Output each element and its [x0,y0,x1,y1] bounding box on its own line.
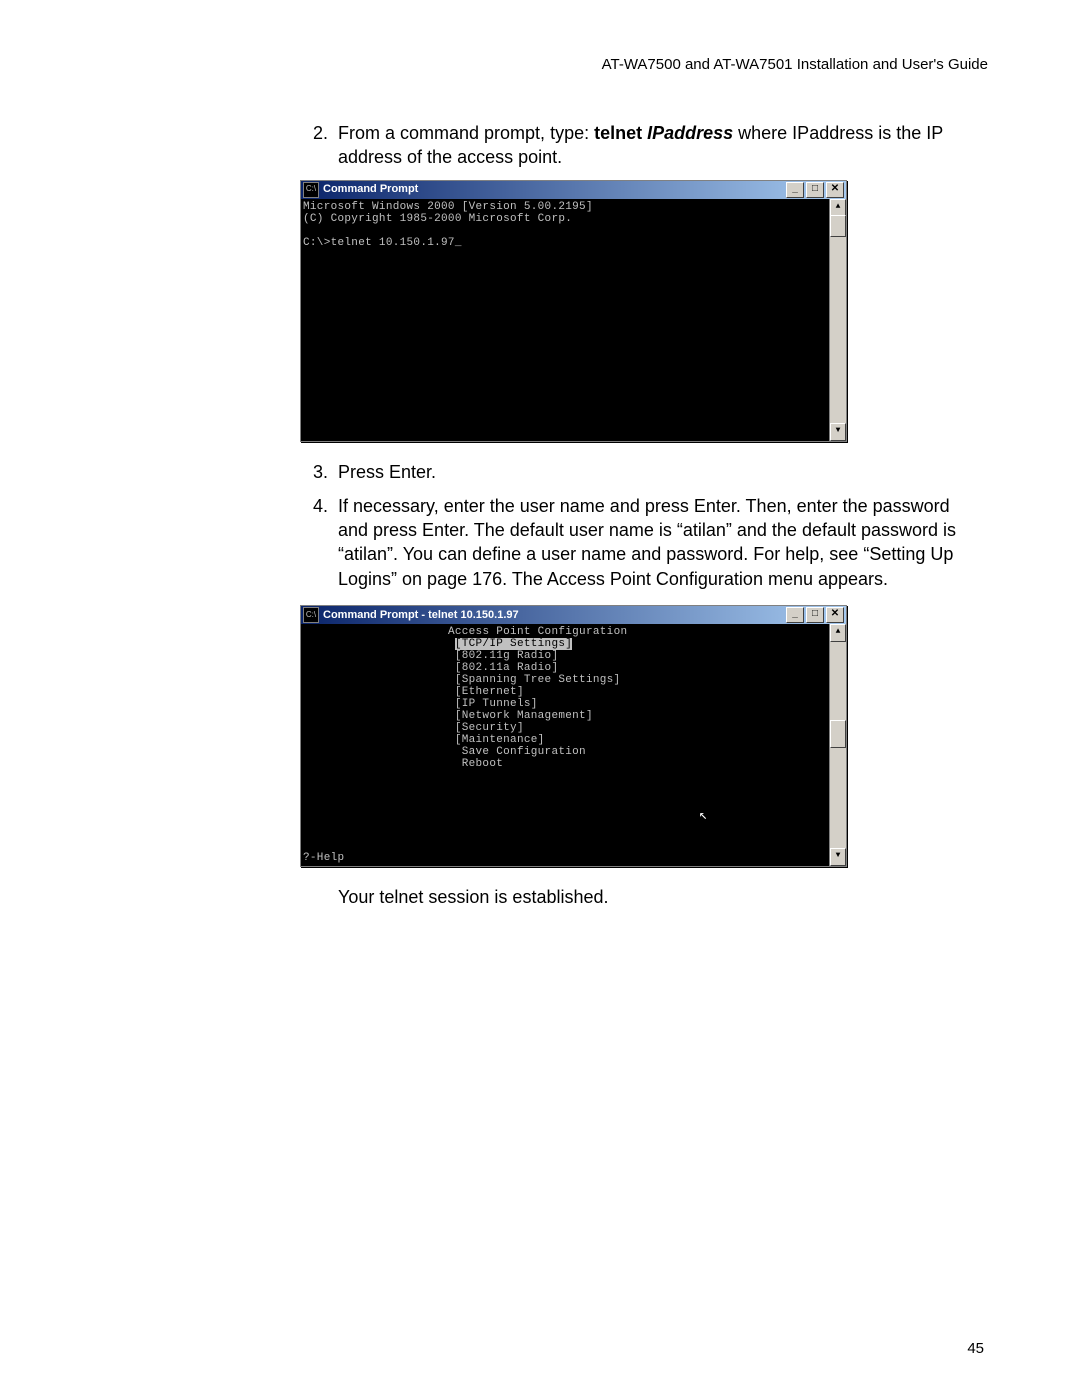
body-column: 2. From a command prompt, type: telnet I… [300,121,980,909]
client-area-wrap: Access Point Configuration [TCP/IP Setti… [301,624,846,866]
running-header: AT-WA7500 and AT-WA7501 Installation and… [90,56,990,73]
scroll-thumb[interactable] [830,720,846,748]
terminal-output[interactable]: Access Point Configuration [TCP/IP Setti… [301,624,829,866]
menu-item[interactable]: [IP Tunnels] [455,698,538,710]
client-area-wrap: Microsoft Windows 2000 [Version 5.00.219… [301,199,846,441]
close-button[interactable]: ✕ [826,182,844,198]
step-text: From a command prompt, type: telnet IPad… [338,121,980,170]
menu-item-selected[interactable]: [TCP/IP Settings] [455,638,572,650]
step-2: 2. From a command prompt, type: telnet I… [300,121,980,170]
text-frag: From a command prompt, type: [338,123,594,143]
menu-item[interactable]: [Security] [455,722,524,734]
step-number [300,885,338,909]
terminal-line: Microsoft Windows 2000 [Version 5.00.219… [303,201,593,213]
command-prompt-window-2: C:\ Command Prompt - telnet 10.150.1.97 … [300,605,847,867]
step-text: Your telnet session is established. [338,885,980,909]
cmd-icon: C:\ [303,607,319,623]
window-title: Command Prompt [323,182,786,197]
scroll-down-button[interactable]: ▼ [830,423,846,441]
document-page: AT-WA7500 and AT-WA7501 Installation and… [0,0,1080,1397]
closing-line: Your telnet session is established. [300,885,980,909]
step-3: 3. Press Enter. [300,460,980,484]
titlebar: C:\ Command Prompt _ □ ✕ [301,181,846,199]
scroll-up-button[interactable]: ▲ [830,624,846,642]
text-italic: IPaddress [647,123,733,143]
step-number: 2. [300,121,338,170]
maximize-button[interactable]: □ [806,607,824,623]
titlebar: C:\ Command Prompt - telnet 10.150.1.97 … [301,606,846,624]
command-prompt-window-1: C:\ Command Prompt _ □ ✕ Microsoft Windo… [300,180,847,442]
text-bold: telnet [594,123,647,143]
menu-item[interactable]: [Network Management] [455,710,593,722]
menu-item[interactable]: Save Configuration [455,746,586,758]
step-number: 3. [300,460,338,484]
cmd-icon: C:\ [303,182,319,198]
help-hint: ?-Help [303,852,344,864]
step-text: If necessary, enter the user name and pr… [338,494,980,591]
page-number: 45 [967,1340,984,1357]
minimize-button[interactable]: _ [786,607,804,623]
step-number: 4. [300,494,338,591]
maximize-button[interactable]: □ [806,182,824,198]
menu-title: Access Point Configuration [448,626,627,638]
scroll-thumb[interactable] [830,215,846,237]
minimize-button[interactable]: _ [786,182,804,198]
scroll-down-button[interactable]: ▼ [830,848,846,866]
terminal-output[interactable]: Microsoft Windows 2000 [Version 5.00.219… [301,199,829,441]
terminal-line: (C) Copyright 1985-2000 Microsoft Corp. [303,213,572,225]
close-button[interactable]: ✕ [826,607,844,623]
cursor-arrow-icon: ↖ [699,810,708,822]
terminal-line: C:\>telnet 10.150.1.97_ [303,237,462,249]
menu-item[interactable]: [802.11g Radio] [455,650,559,662]
titlebar-buttons: _ □ ✕ [786,182,846,198]
menu-item[interactable]: [802.11a Radio] [455,662,559,674]
step-4: 4. If necessary, enter the user name and… [300,494,980,591]
titlebar-buttons: _ □ ✕ [786,607,846,623]
menu-item[interactable]: [Ethernet] [455,686,524,698]
menu-item[interactable]: Reboot [455,758,503,770]
vertical-scrollbar[interactable]: ▲ ▼ [829,624,846,866]
window-title: Command Prompt - telnet 10.150.1.97 [323,608,786,623]
menu-item[interactable]: [Maintenance] [455,734,545,746]
step-text: Press Enter. [338,460,980,484]
menu-item[interactable]: [Spanning Tree Settings] [455,674,621,686]
vertical-scrollbar[interactable]: ▲ ▼ [829,199,846,441]
